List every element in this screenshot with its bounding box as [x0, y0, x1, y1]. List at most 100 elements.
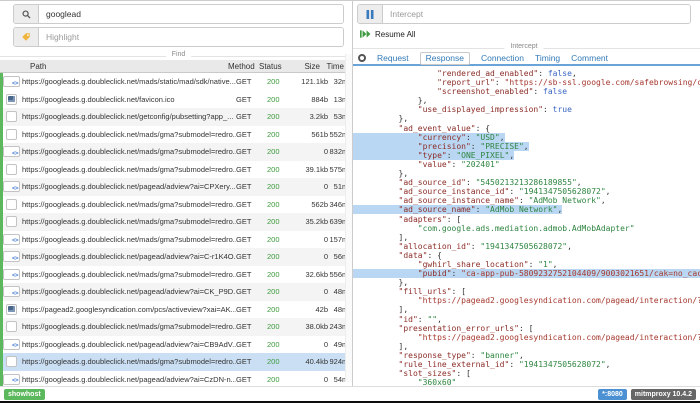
flow-size: 0 [296, 147, 328, 156]
flow-row[interactable]: https://googleads.g.doubleclick.net/mads… [0, 143, 352, 161]
flow-row[interactable]: https://googleads.g.doubleclick.net/page… [0, 178, 352, 196]
flow-method: GET [236, 165, 267, 174]
header-time: Time [320, 62, 344, 71]
flow-status: 200 [267, 287, 296, 296]
tab-request[interactable]: Request [377, 53, 409, 64]
flow-method: GET [236, 287, 267, 296]
flow-size: 40.4kb [296, 357, 328, 366]
highlight-input[interactable] [39, 28, 343, 46]
resource-type-icon [6, 111, 17, 122]
flow-path: https://googleads.g.doubleclick.net/page… [20, 182, 236, 191]
flow-row[interactable]: https://pagead2.googlesyndication.com/pc… [0, 301, 352, 319]
flow-path: https://googleads.g.doubleclick.net/mads… [20, 130, 236, 139]
flow-path: https://googleads.g.doubleclick.net/page… [20, 375, 236, 384]
flow-row[interactable]: https://googleads.g.doubleclick.net/mads… [0, 353, 352, 371]
flow-row[interactable]: https://googleads.g.doubleclick.net/favi… [0, 91, 352, 109]
flow-row[interactable]: https://googleads.g.doubleclick.net/page… [0, 248, 352, 266]
flow-method: GET [236, 217, 267, 226]
flow-size: 38.0kb [296, 322, 328, 331]
find-panel: Find [0, 1, 352, 60]
flow-path: https://googleads.g.doubleclick.net/mads… [20, 147, 236, 156]
flow-row[interactable]: https://googleads.g.doubleclick.net/getc… [0, 108, 352, 126]
flow-method: GET [236, 305, 267, 314]
resource-type-icon [6, 321, 17, 332]
response-body[interactable]: "rendered_ad_enabled": false, "report_ur… [353, 66, 700, 386]
flow-status: 200 [267, 200, 296, 209]
flow-method: GET [236, 322, 267, 331]
flow-path: https://googleads.g.doubleclick.net/mads… [20, 235, 236, 244]
header-path: Path [20, 62, 228, 71]
flow-status: 200 [267, 217, 296, 226]
flow-row[interactable]: https://googleads.g.doubleclick.net/mads… [0, 126, 352, 144]
flow-list-scrollbar[interactable] [345, 54, 352, 382]
flow-path: https://pagead2.googlesyndication.com/pc… [20, 305, 236, 314]
tab-timing[interactable]: Timing [535, 53, 560, 64]
resume-all-icon [360, 30, 371, 40]
flow-row[interactable]: https://googleads.g.doubleclick.net/mads… [0, 161, 352, 179]
flow-list: https://googleads.g.doubleclick.net/mads… [0, 73, 352, 386]
flow-size: 0 [296, 235, 328, 244]
flow-method: GET [236, 375, 267, 384]
resource-type-icon [6, 216, 17, 227]
flow-row[interactable]: https://googleads.g.doubleclick.net/mads… [0, 231, 352, 249]
intercept-panel: Resume All Intercept [353, 1, 700, 52]
flow-size: 42b [296, 305, 328, 314]
flow-list-pane: Find Path Method Status Size Time https:… [0, 1, 353, 386]
mitmweb-window: Find Path Method Status Size Time https:… [0, 0, 700, 403]
tab-response[interactable]: Response [420, 52, 470, 65]
detail-tabbar: Request Response Connection Timing Comment [353, 52, 700, 66]
flow-path: https://googleads.g.doubleclick.net/getc… [20, 112, 236, 121]
tag-icon [14, 28, 39, 46]
flow-method: GET [236, 77, 267, 86]
flow-row[interactable]: https://googleads.g.doubleclick.net/mads… [0, 73, 352, 91]
flow-method: GET [236, 112, 267, 121]
flow-path: https://googleads.g.doubleclick.net/page… [20, 340, 236, 349]
view-options-gear-icon[interactable] [358, 54, 366, 62]
resource-type-icon [3, 374, 20, 385]
flow-status: 200 [267, 322, 296, 331]
flow-status: 200 [267, 95, 296, 104]
header-status: Status [259, 62, 288, 71]
flow-method: GET [236, 182, 267, 191]
resource-type-icon [3, 234, 20, 245]
flow-row[interactable]: https://googleads.g.doubleclick.net/mads… [0, 266, 352, 284]
flow-row[interactable]: https://googleads.g.doubleclick.net/mads… [0, 318, 352, 336]
flow-path: https://googleads.g.doubleclick.net/mads… [20, 270, 236, 279]
version-badge: mitmproxy 10.4.2 [631, 389, 696, 400]
pause-icon [358, 5, 383, 23]
find-caption: Find [166, 50, 192, 60]
flow-detail-pane: Resume All Intercept Request Response Conn… [353, 1, 700, 386]
resource-type-icon [6, 129, 17, 140]
flow-path: https://googleads.g.doubleclick.net/page… [20, 287, 236, 296]
flow-row[interactable]: https://googleads.g.doubleclick.net/page… [0, 371, 352, 387]
flow-status: 200 [267, 270, 296, 279]
showhost-badge: showhost [4, 389, 45, 400]
tab-comment[interactable]: Comment [571, 53, 608, 64]
resource-type-icon [3, 286, 20, 297]
resource-type-icon [6, 304, 17, 315]
flow-size: 562b [296, 200, 328, 209]
flow-size: 561b [296, 130, 328, 139]
intercept-input[interactable] [383, 5, 690, 23]
search-input[interactable] [39, 5, 343, 23]
header-size: Size [288, 62, 320, 71]
status-bar: showhost *:8080 mitmproxy 10.4.2 [0, 386, 700, 401]
flow-row[interactable]: https://googleads.g.doubleclick.net/mads… [0, 196, 352, 214]
flow-row[interactable]: https://googleads.g.doubleclick.net/mads… [0, 213, 352, 231]
search-input-group [13, 4, 344, 24]
flow-status: 200 [267, 375, 296, 384]
resource-type-icon [3, 76, 20, 87]
flow-table-header: Path Method Status Size Time [0, 60, 352, 73]
resource-type-icon [3, 339, 20, 350]
resource-type-icon [6, 94, 17, 105]
resume-all-button[interactable]: Resume All [360, 29, 430, 40]
flow-status: 200 [267, 305, 296, 314]
flow-size: 0 [296, 182, 328, 191]
flow-row[interactable]: https://googleads.g.doubleclick.net/page… [0, 283, 352, 301]
flow-method: GET [236, 235, 267, 244]
tab-connection[interactable]: Connection [481, 53, 524, 64]
flow-status: 200 [267, 112, 296, 121]
flow-row[interactable]: https://googleads.g.doubleclick.net/page… [0, 336, 352, 354]
flow-path: https://googleads.g.doubleclick.net/mads… [20, 165, 236, 174]
header-method: Method [228, 62, 259, 71]
